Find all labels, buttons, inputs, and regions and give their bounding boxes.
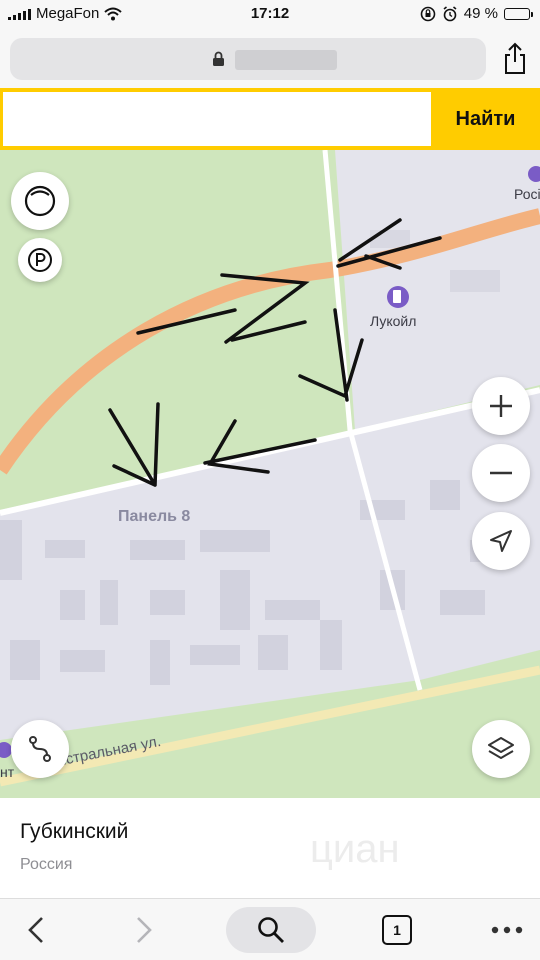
building	[130, 540, 185, 560]
poi-label-edge-top: Росі	[514, 186, 540, 202]
route-icon	[29, 736, 51, 762]
map-search-input[interactable]	[3, 92, 431, 146]
building	[265, 600, 320, 620]
parking-icon	[28, 248, 52, 272]
layers-button[interactable]	[472, 720, 530, 778]
url-text-redacted	[235, 50, 337, 70]
place-card[interactable]: Губкинский Россия циан	[0, 798, 540, 898]
building	[360, 500, 405, 520]
building	[220, 570, 250, 630]
zoom-in-button[interactable]	[472, 377, 530, 435]
traffic-icon	[24, 185, 56, 217]
fuel-icon	[393, 290, 401, 303]
zoom-in-icon	[490, 395, 512, 417]
building	[150, 590, 185, 615]
building	[10, 640, 40, 680]
search-tab-button[interactable]	[226, 907, 316, 953]
watermark-text: циан	[310, 827, 400, 871]
poi-label-lukoil: Лукойл	[370, 313, 417, 329]
tabs-icon: 1	[382, 915, 412, 945]
locate-icon	[490, 530, 512, 552]
forward-button[interactable]	[124, 907, 164, 953]
poi-label-edge-bottom: нт	[0, 764, 15, 780]
route-button[interactable]	[11, 720, 69, 778]
status-bar: MegaFon 17:12 49 %	[0, 0, 540, 30]
building	[258, 635, 288, 670]
zoom-out-button[interactable]	[472, 444, 530, 502]
watermark-logo: циан	[310, 827, 400, 871]
alarm-icon	[443, 5, 457, 21]
tabs-count: 1	[393, 922, 401, 938]
map-canvas[interactable]	[0, 150, 540, 798]
search-button[interactable]: Найти	[431, 88, 540, 150]
share-icon[interactable]	[500, 42, 530, 76]
building	[100, 580, 118, 625]
back-icon	[28, 917, 43, 943]
building	[150, 640, 170, 685]
building	[200, 530, 270, 552]
browser-address-area	[0, 30, 540, 88]
lock-icon	[213, 51, 224, 66]
building	[190, 645, 240, 665]
building	[440, 590, 485, 615]
status-right: 49 %	[420, 5, 533, 22]
more-icon	[491, 926, 523, 934]
building	[370, 230, 410, 248]
more-button[interactable]	[484, 907, 530, 953]
place-subtitle: Россия	[20, 856, 73, 873]
back-button[interactable]	[16, 907, 56, 953]
place-title: Губкинский	[20, 820, 129, 843]
area-label-panel: Панель 8	[118, 508, 191, 525]
traffic-button[interactable]	[11, 172, 69, 230]
locate-button[interactable]	[472, 512, 530, 570]
map-search-bar: Найти	[0, 88, 540, 150]
battery-percent: 49 %	[463, 5, 498, 22]
tabs-button[interactable]: 1	[376, 907, 418, 953]
battery-icon	[504, 7, 533, 20]
building	[320, 620, 342, 670]
address-bar[interactable]	[10, 38, 486, 80]
parking-button[interactable]	[18, 238, 62, 282]
zoom-out-icon	[490, 471, 512, 475]
search-icon	[258, 917, 284, 943]
building	[450, 270, 500, 292]
orientation-lock-icon	[420, 6, 436, 21]
forward-icon	[137, 917, 152, 943]
building	[430, 480, 460, 510]
layers-icon	[488, 737, 514, 759]
map-view[interactable]: Лукойл Росі Панель 8 Магистральная ул. н…	[0, 150, 540, 798]
building	[0, 520, 22, 580]
building	[60, 650, 105, 672]
building	[60, 590, 85, 620]
browser-toolbar: 1	[0, 898, 540, 960]
building	[45, 540, 85, 558]
